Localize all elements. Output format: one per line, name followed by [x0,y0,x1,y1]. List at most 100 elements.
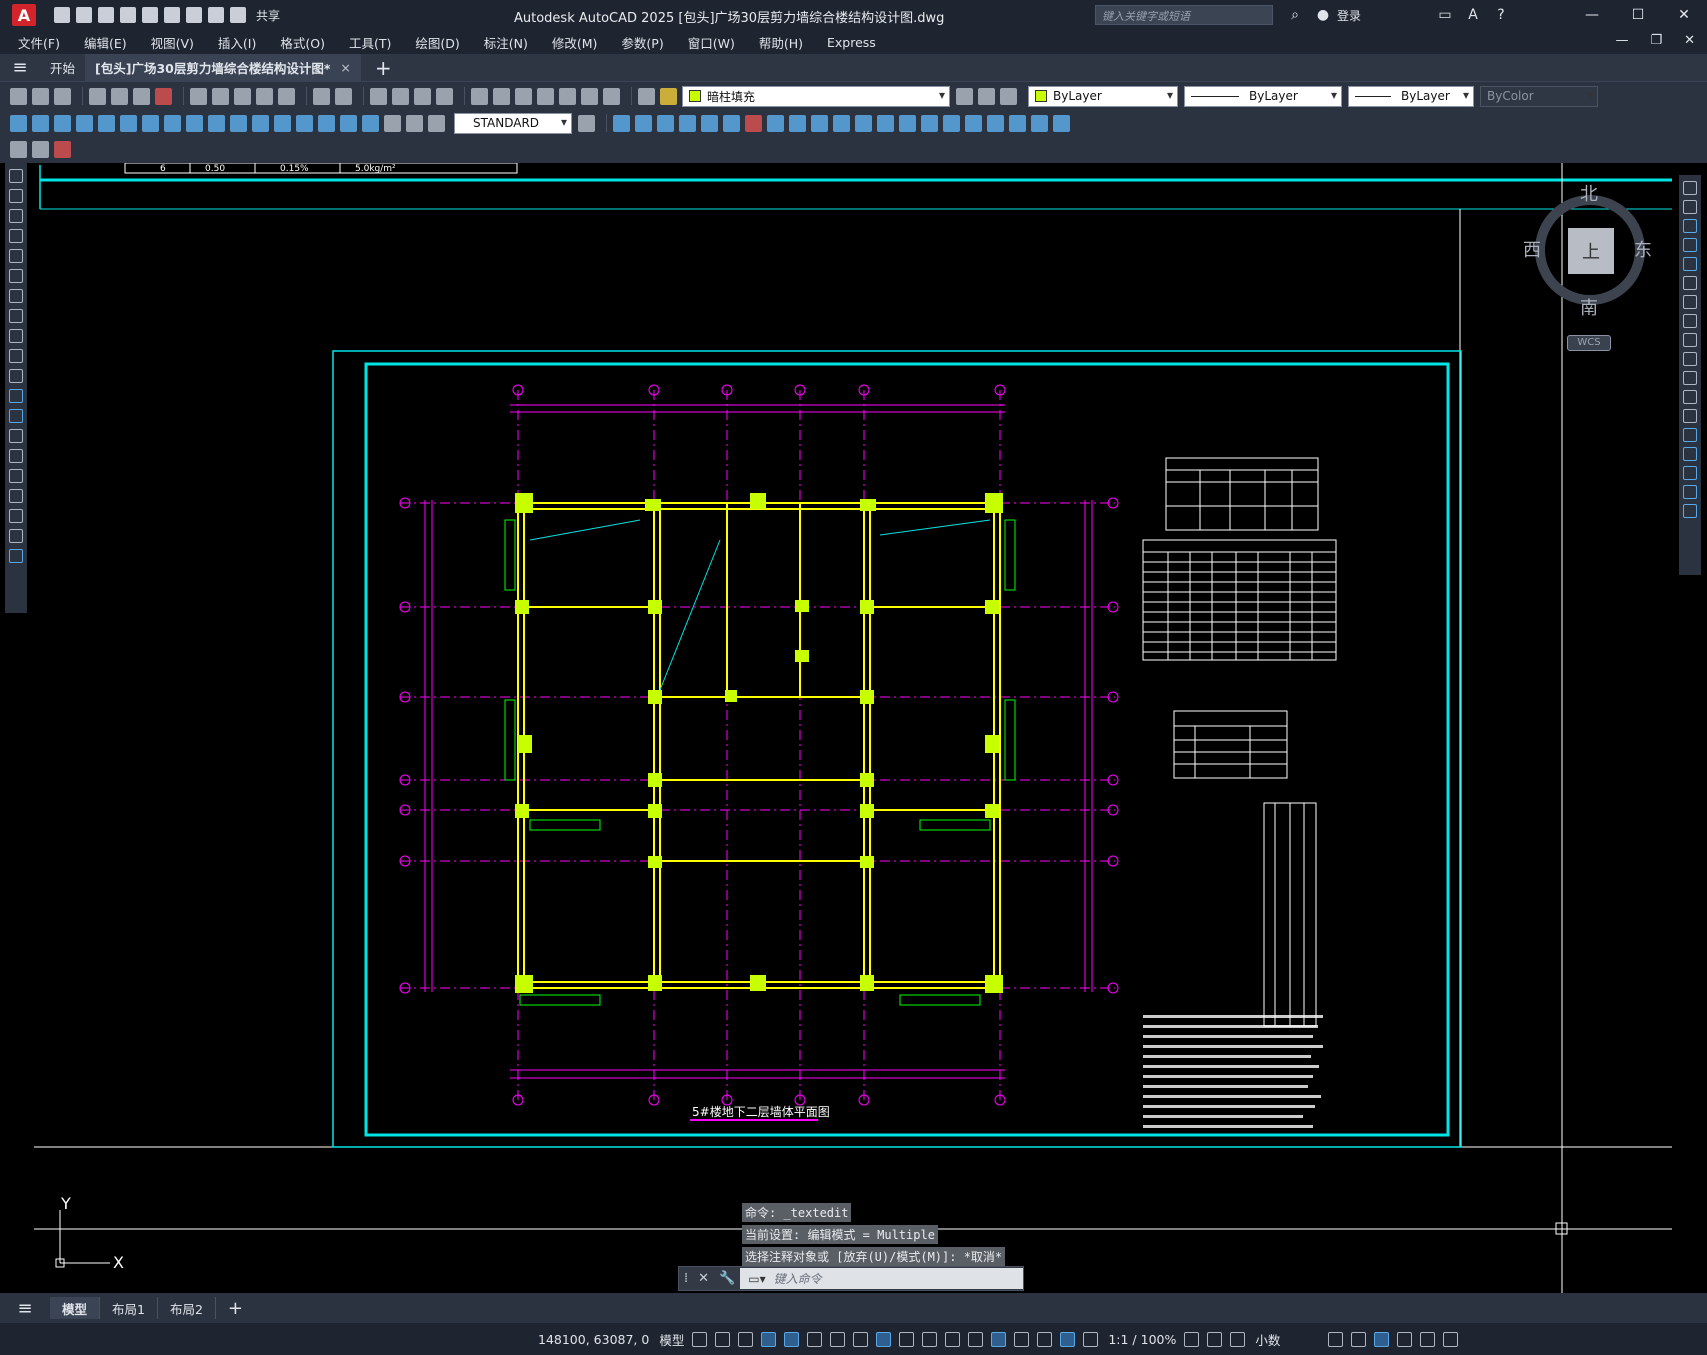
customize-icon[interactable]: 🔧 [719,1271,735,1286]
print-icon[interactable] [89,87,106,105]
new-icon[interactable] [54,7,70,23]
linear-dimension-icon[interactable] [10,114,27,132]
dimension-style-icon[interactable] [578,114,595,132]
separate-icon[interactable] [899,114,916,132]
union-icon[interactable] [613,114,630,132]
model-space-drawing[interactable]: 6 0.50 0.15% 5.0kg/m² 5#楼地下二层墙体平面图 Y X [0,163,1707,1293]
center-mark-icon[interactable] [318,114,335,132]
redo-tool-icon[interactable] [335,87,352,105]
preview-icon[interactable] [111,87,128,105]
object-snap-tracking-icon[interactable] [853,1331,869,1347]
intersect-icon[interactable] [657,114,674,132]
dynamic-ucs-icon[interactable] [991,1331,1007,1347]
gizmo-icon[interactable] [1037,1331,1053,1347]
customization-icon[interactable] [1443,1331,1459,1347]
interfere-icon[interactable] [1009,114,1026,132]
make-block-icon[interactable] [9,409,23,423]
search-icon[interactable]: ⌕ [1287,7,1303,23]
publish-icon[interactable] [164,7,180,23]
blend-curves-icon[interactable] [1683,485,1697,499]
line-icon[interactable] [9,169,23,183]
block-editor-icon[interactable] [278,87,295,105]
arc-icon[interactable] [9,269,23,283]
pan-icon[interactable] [370,87,387,105]
zoom-realtime-icon[interactable] [392,87,409,105]
menu-dimension[interactable]: 标注(N) [484,33,528,52]
dimension-space-icon[interactable] [252,114,269,132]
menu-file[interactable]: 文件(F) [18,33,60,52]
dimension-edit-icon[interactable] [384,114,401,132]
rotate-faces-icon[interactable] [767,114,784,132]
angular-icon[interactable] [164,114,181,132]
selection-filter-icon[interactable] [1014,1331,1030,1347]
3d-print-icon[interactable] [155,87,172,105]
zoom-previous-icon[interactable] [436,87,453,105]
radius-icon[interactable] [98,114,115,132]
layer-previous-icon[interactable] [978,87,995,105]
insert-block-icon[interactable] [9,389,23,403]
scale-icon[interactable] [1683,314,1697,328]
menu-window[interactable]: 窗口(W) [688,33,735,52]
offset-faces-icon[interactable] [723,114,740,132]
close-icon[interactable]: ✕ [698,1271,709,1286]
viewcube[interactable]: 上 北 南 东 西 [1523,184,1652,319]
section-icon[interactable] [987,114,1004,132]
graphics-performance-icon[interactable] [1397,1331,1413,1347]
point-icon[interactable] [9,429,23,443]
lock-ui-icon[interactable] [1351,1331,1367,1347]
transparency-icon[interactable] [922,1331,938,1347]
doc-restore-button[interactable]: ❐ [1650,33,1662,48]
diameter-icon[interactable] [142,114,159,132]
menu-format[interactable]: 格式(O) [280,33,325,52]
application-menu-button[interactable]: A [12,4,36,26]
add-selected-icon[interactable] [9,549,23,563]
qnew-icon[interactable] [10,87,27,105]
object-snap-icon[interactable] [876,1331,892,1347]
rotate-icon[interactable] [1683,295,1697,309]
stretch-icon[interactable] [1683,333,1697,347]
layer-properties-icon[interactable] [638,87,655,105]
annotation-visibility-icon[interactable] [1060,1331,1076,1347]
dimension-style-dropdown[interactable]: STANDARD [454,112,572,134]
doc-close-button[interactable]: ✕ [1684,33,1695,48]
layout-menu-icon[interactable]: ≡ [0,1298,50,1319]
sheet-set-icon[interactable] [537,87,554,105]
hatch-icon[interactable] [9,449,23,463]
aligned-dimension-icon[interactable] [32,114,49,132]
command-input[interactable]: ▭▾ 键入命令 [740,1268,1023,1289]
minimize-button[interactable]: — [1569,0,1615,30]
save-file-icon[interactable] [54,87,71,105]
selection-cycling-icon[interactable] [945,1331,961,1347]
color-faces-icon[interactable] [833,114,850,132]
taper-faces-icon[interactable] [789,114,806,132]
infer-constraints-icon[interactable] [738,1331,754,1347]
clean-icon[interactable] [877,114,894,132]
paste-icon[interactable] [234,87,251,105]
maximize-button[interactable]: ☐ [1615,0,1661,30]
layer-on-icon[interactable] [660,87,677,105]
offset-icon[interactable] [1683,238,1697,252]
ortho-icon[interactable] [784,1331,800,1347]
baseline-icon[interactable] [208,114,225,132]
user-icon[interactable]: ● [1315,7,1331,23]
calculator-icon[interactable] [581,87,598,105]
open-sheet-icon[interactable] [142,7,158,23]
coordinate-readout[interactable]: 148100, 63087, 0 [538,1332,649,1347]
help-icon[interactable]: ? [1493,7,1509,23]
match-properties-icon[interactable] [256,87,273,105]
trim-icon[interactable] [1683,352,1697,366]
open-icon[interactable] [76,7,92,23]
extrude-faces-icon[interactable] [679,114,696,132]
compass-east[interactable]: 东 [1634,236,1652,262]
break-icon[interactable] [1683,409,1697,423]
cart-icon[interactable]: ▭ [1437,7,1453,23]
help-search-input[interactable]: 键入关键字或短语 [1094,5,1273,25]
units-icon[interactable] [1230,1331,1246,1347]
zoom-window-icon[interactable] [414,87,431,105]
polar-tracking-icon[interactable] [807,1331,823,1347]
menu-help[interactable]: 帮助(H) [759,33,803,52]
grip-icon[interactable]: ⁞ [684,1271,688,1286]
open-file-icon[interactable] [32,87,49,105]
shell-icon[interactable] [921,114,938,132]
compass-north[interactable]: 北 [1580,180,1598,206]
